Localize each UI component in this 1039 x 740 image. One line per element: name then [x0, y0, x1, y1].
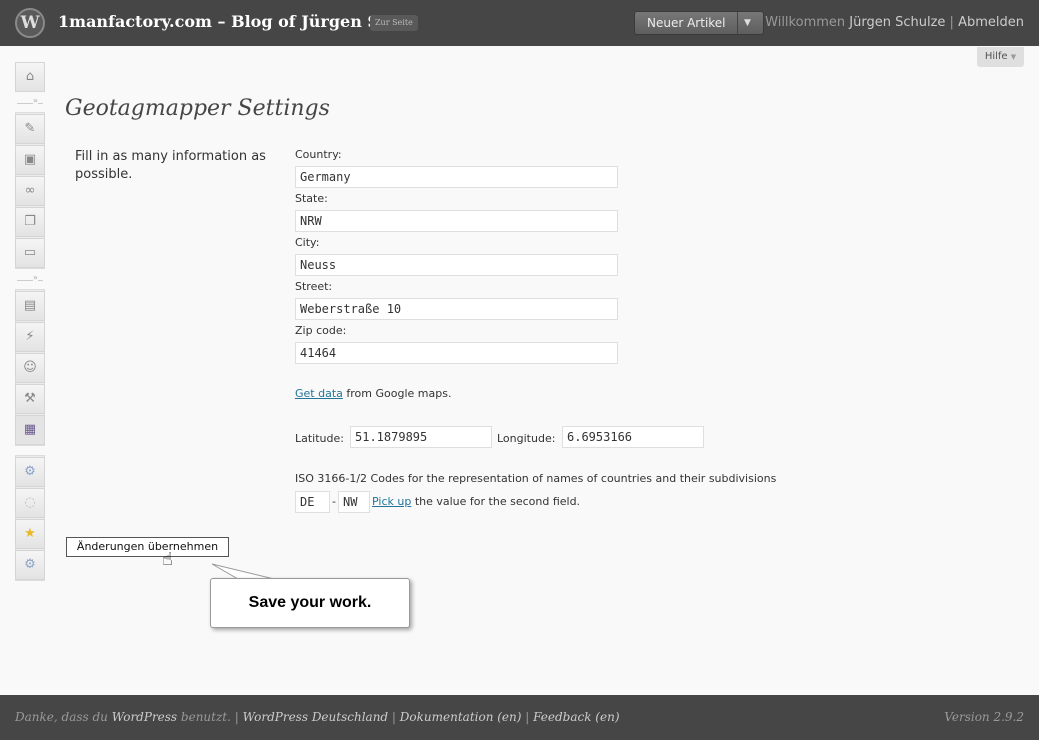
latitude-field[interactable]: 51.1879895: [350, 426, 492, 448]
longitude-label: Longitude:: [497, 432, 556, 445]
visit-site-button[interactable]: Zur Seite: [370, 15, 418, 31]
wordpress-link[interactable]: WordPress: [112, 710, 177, 724]
state-label: State:: [295, 192, 328, 205]
star-icon: ★: [24, 526, 36, 541]
iso-subdivision-code-field[interactable]: NW: [338, 491, 370, 513]
footer-links: Danke, dass du WordPress benutzt. | Word…: [15, 710, 620, 724]
city-field[interactable]: Neuss: [295, 254, 618, 276]
user-info-separator: |: [949, 15, 954, 30]
iso-country-code-field[interactable]: DE: [295, 491, 330, 513]
site-title[interactable]: 1manfactory.com – Blog of Jürgen S...: [58, 12, 395, 31]
iso-code-line: DE - NW Pick up the value for the second…: [295, 491, 695, 513]
help-button[interactable]: Hilfe ▼: [977, 47, 1024, 67]
menu-dashboard[interactable]: ⌂: [15, 62, 45, 92]
menu-separator: »: [15, 96, 45, 107]
help-label[interactable]: Hilfe: [985, 51, 1008, 62]
pick-up-text: the value for the second field.: [411, 495, 581, 508]
intro-text: Fill in as many information as possible.: [75, 149, 266, 182]
zip-code-field[interactable]: 41464: [295, 342, 618, 364]
links-icon: ∞: [24, 183, 36, 198]
dashboard-icon: ⌂: [25, 69, 35, 84]
menu-posts[interactable]: ✎: [15, 114, 45, 144]
posts-icon: ✎: [24, 121, 36, 136]
plugin-gear-2-icon: ⚙: [24, 557, 36, 572]
wordpress-logo-icon[interactable]: W: [15, 8, 45, 38]
street-field[interactable]: Weberstraße 10: [295, 298, 618, 320]
get-data-link[interactable]: Get data: [295, 387, 343, 400]
plugin-gear-icon: ⚙: [24, 464, 36, 479]
iso-dash: -: [332, 495, 336, 508]
menu-plugin-3[interactable]: ★: [15, 519, 45, 549]
longitude-field[interactable]: 6.6953166: [562, 426, 704, 448]
street-label: Street:: [295, 280, 333, 293]
comments-icon: ▭: [23, 245, 37, 260]
plugins-icon: ⚡: [25, 329, 35, 344]
dropdown-divider: [737, 12, 738, 34]
save-changes-button[interactable]: Änderungen übernehmen: [66, 537, 229, 557]
city-label: City:: [295, 236, 320, 249]
zip-code-label: Zip code:: [295, 324, 347, 337]
menu-pages[interactable]: ❐: [15, 207, 45, 237]
menu-plugin-1[interactable]: ⚙: [15, 457, 45, 487]
user-name-link[interactable]: Jürgen Schulze: [849, 15, 945, 30]
menu-users[interactable]: ☺: [15, 353, 45, 383]
media-icon: ▣: [23, 152, 37, 167]
documentation-link[interactable]: Dokumentation (en): [400, 710, 522, 724]
menu-settings[interactable]: ▦: [15, 415, 45, 445]
hand-cursor-icon: ☝: [162, 549, 173, 570]
feedback-link[interactable]: Feedback (en): [533, 710, 619, 724]
menu-media[interactable]: ▣: [15, 145, 45, 175]
logout-link[interactable]: Abmelden: [958, 15, 1024, 30]
pick-up-link[interactable]: Pick up: [372, 495, 411, 508]
country-field[interactable]: Germany: [295, 166, 618, 188]
pages-icon: ❐: [24, 214, 36, 229]
menu-plugins[interactable]: ⚡: [15, 322, 45, 352]
menu-tools[interactable]: ⚒: [15, 384, 45, 414]
wordpress-de-link[interactable]: WordPress Deutschland: [243, 710, 389, 724]
menu-comments[interactable]: ▭: [15, 238, 45, 268]
welcome-text: Willkommen: [765, 15, 846, 30]
admin-footer: Danke, dass du WordPress benutzt. | Word…: [0, 695, 1039, 740]
menu-links[interactable]: ∞: [15, 176, 45, 206]
pick-up-line: Pick up the value for the second field.: [372, 495, 580, 508]
appearance-icon: ▤: [23, 298, 37, 313]
state-field[interactable]: NRW: [295, 210, 618, 232]
new-post-label[interactable]: Neuer Artikel: [647, 12, 726, 34]
footer-thanks-prefix: Danke, dass du: [15, 710, 112, 724]
footer-separator: |: [388, 710, 400, 724]
chevron-down-icon: ▼: [1010, 53, 1017, 61]
version-text: Version 2.9.2: [944, 710, 1024, 724]
footer-thanks-suffix: benutzt.: [177, 710, 231, 724]
users-icon: ☺: [23, 360, 37, 375]
menu-plugin-4[interactable]: ⚙: [15, 550, 45, 580]
callout-text: Save your work.: [248, 594, 372, 611]
database-icon: ◌: [24, 495, 36, 510]
get-data-text: from Google maps.: [342, 387, 452, 400]
save-callout: Save your work.: [210, 578, 410, 628]
footer-separator: |: [521, 710, 534, 724]
menu-separator: »: [15, 273, 45, 284]
latitude-label: Latitude:: [295, 432, 344, 445]
new-post-dropdown[interactable]: Neuer Artikel ▼: [634, 11, 764, 35]
tools-icon: ⚒: [24, 391, 36, 406]
page-title: Geotagmapper Settings: [65, 96, 330, 121]
country-label: Country:: [295, 148, 342, 161]
get-data-line: Get data from Google maps.: [295, 387, 451, 400]
chevron-down-icon[interactable]: ▼: [744, 12, 751, 34]
settings-icon: ▦: [23, 422, 37, 437]
menu-appearance[interactable]: ▤: [15, 291, 45, 321]
admin-header: W 1manfactory.com – Blog of Jürgen S... …: [0, 0, 1039, 46]
user-info: Willkommen Jürgen Schulze | Abmelden: [765, 15, 1024, 30]
menu-plugin-2[interactable]: ◌: [15, 488, 45, 518]
footer-separator: |: [230, 710, 243, 724]
iso-description: ISO 3166-1/2 Codes for the representatio…: [295, 472, 777, 485]
